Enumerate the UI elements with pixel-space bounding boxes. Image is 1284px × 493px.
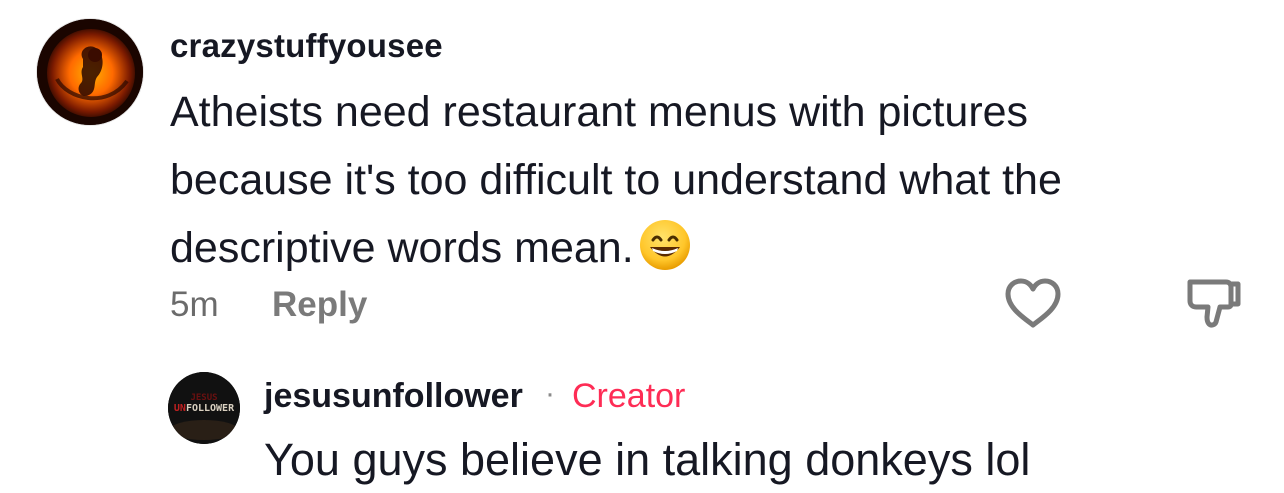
heart-icon[interactable]: [1002, 276, 1064, 330]
separator-dot: ·: [545, 377, 555, 410]
comment-username[interactable]: crazystuffyousee: [170, 27, 443, 65]
creator-badge: Creator: [572, 377, 686, 415]
comment-thread: crazystuffyousee Atheists need restauran…: [0, 0, 1284, 493]
thumbs-down-icon[interactable]: [1182, 276, 1242, 330]
avatar[interactable]: [36, 18, 144, 126]
svg-text:JESUS: JESUS: [190, 393, 217, 403]
grinning-face-emoji-icon: [638, 218, 692, 272]
reply-text: You guys believe in talking donkeys lol: [264, 434, 1031, 485]
fetus-avatar-image: [37, 19, 143, 125]
svg-text:UNFOLLOWER: UNFOLLOWER: [174, 403, 235, 414]
jesusunfollower-logo-image: JESUS UNFOLLOWER: [168, 372, 240, 444]
reply-button[interactable]: Reply: [272, 285, 367, 325]
comment-timestamp: 5m: [170, 285, 219, 324]
comment-body: Atheists need restaurant menus with pict…: [170, 78, 1180, 282]
comment-text: Atheists need restaurant menus with pict…: [170, 88, 1062, 272]
reply-avatar[interactable]: JESUS UNFOLLOWER: [168, 372, 240, 444]
reply-username[interactable]: jesusunfollower: [264, 377, 523, 416]
